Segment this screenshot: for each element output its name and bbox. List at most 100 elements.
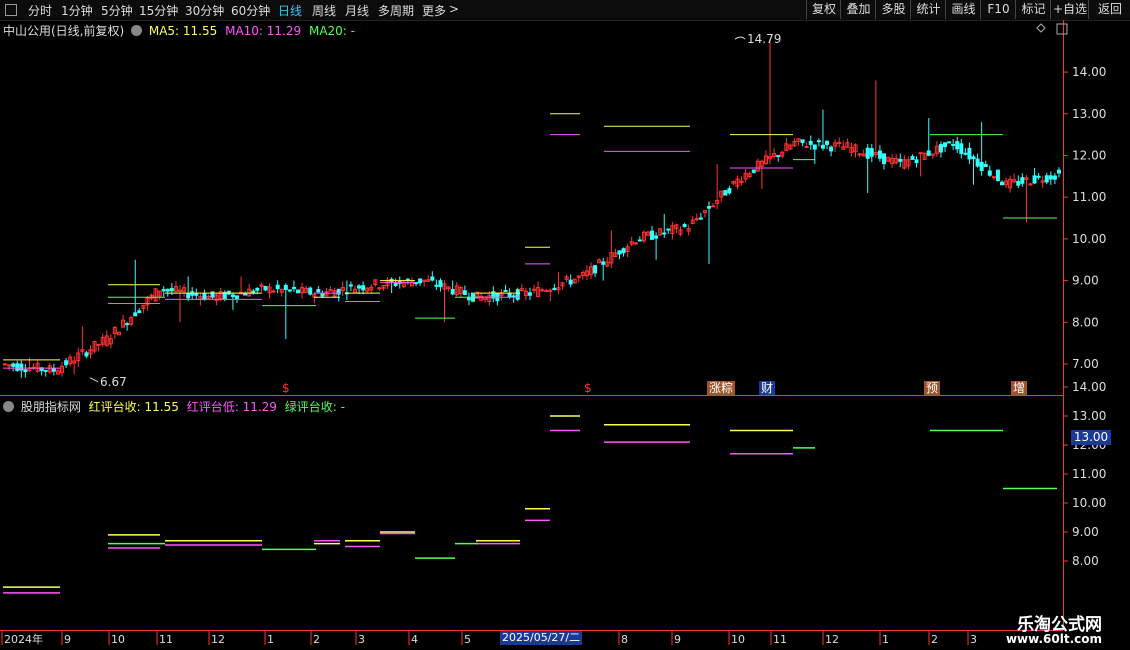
candle-body <box>975 158 980 167</box>
candle-body <box>999 181 1004 186</box>
candle-body <box>930 153 935 156</box>
indicator-tick-label: 14.00 <box>1072 380 1106 394</box>
indicator-tick-label: 9.00 <box>1072 525 1099 539</box>
candle-body <box>869 148 874 157</box>
candle-body <box>450 289 455 295</box>
indicator-tick-label: 10.00 <box>1072 496 1106 510</box>
candle-body <box>544 290 549 293</box>
candle-body <box>951 143 956 146</box>
candle-body <box>804 145 809 148</box>
stock-title: 中山公用(日线,前复权) <box>3 24 125 38</box>
candle-body <box>593 265 598 274</box>
time-tick-label: 12 <box>211 633 225 646</box>
candle-body <box>938 144 943 153</box>
maximize-icon <box>1056 23 1068 35</box>
candle-body <box>165 288 170 292</box>
time-tick-label: 10 <box>111 633 125 646</box>
candle-body <box>161 289 166 292</box>
candle-body <box>291 286 296 290</box>
time-tick-label: 11 <box>159 633 173 646</box>
event-tag: 预 <box>926 381 938 395</box>
time-tick-label: 3 <box>970 633 977 646</box>
time-tick-label: 2024年 <box>4 632 43 646</box>
candle-body <box>898 158 903 162</box>
ma5-label: MA5: 11.55 <box>148 24 218 38</box>
candle-body <box>698 217 703 220</box>
candle-body <box>186 292 191 299</box>
candle-body <box>271 290 276 293</box>
time-tick-label: 10 <box>731 633 745 646</box>
candle-body <box>991 176 996 179</box>
candle-body <box>751 169 756 173</box>
candle-body <box>979 161 984 172</box>
candle-body <box>43 369 48 372</box>
ma20-label: MA20: - <box>308 24 355 38</box>
price-tick-label: 11.00 <box>1072 190 1106 204</box>
candle-body <box>947 141 952 144</box>
candle-body <box>275 284 280 290</box>
candle-body <box>462 290 467 296</box>
indicator-tick-label: 11.00 <box>1072 467 1106 481</box>
candle-body <box>914 159 919 164</box>
candle-body <box>808 140 813 145</box>
high-marker-line <box>734 36 746 40</box>
candle-body <box>601 261 606 265</box>
candle-body <box>617 250 622 255</box>
time-tick-label: 2 <box>931 633 938 646</box>
candle-body <box>19 363 24 371</box>
time-tick-label: 8 <box>621 633 628 646</box>
candle-body <box>377 287 382 290</box>
candle-body <box>137 310 142 313</box>
candle-body <box>825 140 830 145</box>
price-tick-label: 10.00 <box>1072 232 1106 246</box>
event-tag: $ <box>282 381 290 395</box>
main-chart-title-row: 中山公用(日线,前复权) MA5: 11.55 MA10: 11.29 MA20… <box>3 22 355 39</box>
time-tick-label: 4 <box>411 633 418 646</box>
candle-body <box>125 323 130 326</box>
candle-body <box>837 141 842 144</box>
candle-body <box>963 152 968 155</box>
candle-body <box>918 152 923 155</box>
candle-body <box>296 289 301 294</box>
candle-body <box>11 363 16 367</box>
candle-body <box>829 146 834 152</box>
candle-body <box>865 147 870 159</box>
price-tick-label: 9.00 <box>1072 274 1099 288</box>
candle-body <box>308 287 313 295</box>
candle-body <box>3 363 8 366</box>
candle-body <box>662 232 667 235</box>
time-tick-label: 12 <box>825 633 839 646</box>
candle-body <box>503 289 508 292</box>
candle-body <box>987 170 992 176</box>
candle-body <box>1016 181 1021 186</box>
chart-canvas[interactable]: 7.00 8.00 9.00 10.00 11.00 12.00 13.00 14.00 8.0… <box>0 0 1130 650</box>
candle-body <box>637 239 642 242</box>
candle-body <box>877 150 882 159</box>
candle-body <box>169 288 174 292</box>
candle-body <box>971 156 976 160</box>
high-price-label: 14.79 <box>747 32 781 46</box>
time-tick-label: 2 <box>313 633 320 646</box>
red-low-label: 红评台低: 11.29 <box>186 400 277 414</box>
candle-body <box>7 364 12 367</box>
time-tick-label: 1 <box>267 633 274 646</box>
candle-body <box>711 205 716 208</box>
time-tick-label: 9 <box>64 633 71 646</box>
candle-body <box>287 289 292 292</box>
candle-body <box>621 248 626 254</box>
settings-circle-icon[interactable] <box>131 25 143 36</box>
green-close-label: 绿评台收: - <box>284 400 345 414</box>
candle-body <box>800 139 805 144</box>
candle-body <box>943 142 948 148</box>
candle-body <box>1044 175 1049 183</box>
candle-body <box>983 163 988 167</box>
candle-body <box>568 279 573 285</box>
settings-circle-icon[interactable] <box>3 401 14 412</box>
candle-body <box>507 292 512 298</box>
candle-body <box>654 235 659 239</box>
candle-body <box>430 276 435 281</box>
price-tick-label: 12.00 <box>1072 149 1106 163</box>
candle-body <box>926 150 931 156</box>
candle-body <box>361 285 366 291</box>
low-marker-line <box>89 377 99 383</box>
